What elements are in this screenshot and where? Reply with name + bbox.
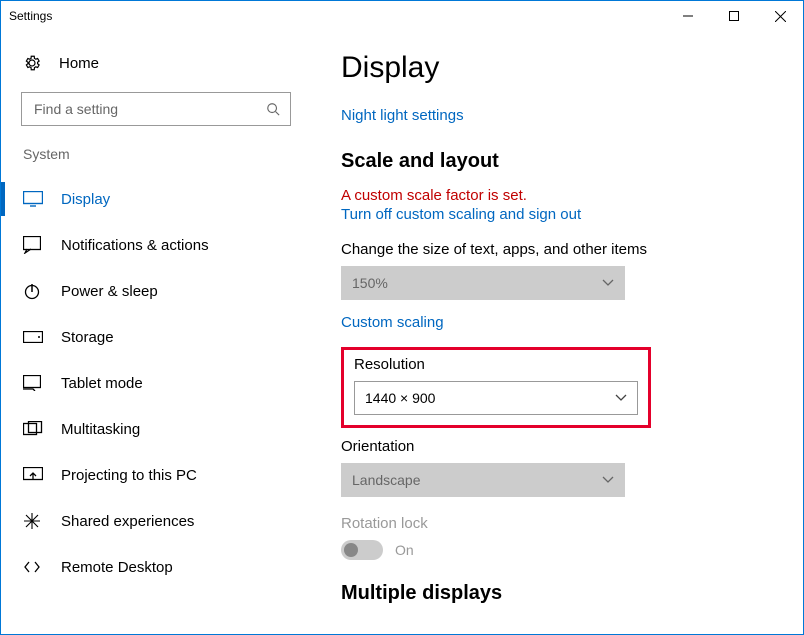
sidebar-item-power[interactable]: Power & sleep xyxy=(1,268,311,314)
tablet-icon xyxy=(23,375,47,391)
minimize-button[interactable] xyxy=(665,1,711,31)
sidebar-item-display[interactable]: Display xyxy=(1,176,311,222)
maximize-icon xyxy=(729,11,739,21)
gear-icon xyxy=(23,54,47,72)
scale-dropdown: 150% xyxy=(341,266,625,300)
sidebar-item-shared[interactable]: Shared experiences xyxy=(1,498,311,544)
sidebar-item-storage[interactable]: Storage xyxy=(1,314,311,360)
orientation-label: Orientation xyxy=(341,438,783,455)
sidebar: Home System Display xyxy=(1,31,311,634)
close-button[interactable] xyxy=(757,1,803,31)
night-light-link[interactable]: Night light settings xyxy=(341,107,783,124)
sidebar-item-label: Shared experiences xyxy=(61,513,194,530)
resolution-highlight: Resolution 1440 × 900 xyxy=(341,347,651,428)
power-icon xyxy=(23,282,47,300)
resolution-label: Resolution xyxy=(354,356,638,373)
main-content: Display Night light settings Scale and l… xyxy=(311,31,803,634)
orientation-dropdown: Landscape xyxy=(341,463,625,497)
sidebar-section-label: System xyxy=(1,146,311,168)
home-button[interactable]: Home xyxy=(1,46,311,80)
multiple-displays-heading: Multiple displays xyxy=(341,582,783,605)
sidebar-item-label: Display xyxy=(61,191,110,208)
close-icon xyxy=(775,11,786,22)
sidebar-item-label: Storage xyxy=(61,329,114,346)
sidebar-item-label: Power & sleep xyxy=(61,283,158,300)
sidebar-item-tablet[interactable]: Tablet mode xyxy=(1,360,311,406)
sidebar-item-label: Projecting to this PC xyxy=(61,467,197,484)
shared-icon xyxy=(23,512,47,530)
rotation-lock-toggle xyxy=(341,540,383,560)
settings-window: Settings Home Sy xyxy=(0,0,804,635)
titlebar: Settings xyxy=(1,1,803,31)
maximize-button[interactable] xyxy=(711,1,757,31)
projecting-icon xyxy=(23,467,47,483)
notifications-icon xyxy=(23,236,47,254)
home-label: Home xyxy=(59,55,99,72)
chevron-down-icon xyxy=(602,279,614,287)
multitasking-icon xyxy=(23,421,47,437)
sidebar-item-label: Notifications & actions xyxy=(61,237,209,254)
turn-off-scaling-link[interactable]: Turn off custom scaling and sign out xyxy=(341,206,783,223)
sidebar-item-multitasking[interactable]: Multitasking xyxy=(1,406,311,452)
storage-icon xyxy=(23,331,47,343)
resolution-value: 1440 × 900 xyxy=(365,390,435,406)
remote-icon xyxy=(23,558,47,576)
search-icon xyxy=(266,102,280,116)
rotation-lock-state: On xyxy=(395,542,414,558)
sidebar-item-projecting[interactable]: Projecting to this PC xyxy=(1,452,311,498)
window-title: Settings xyxy=(9,9,52,23)
custom-scale-warning: A custom scale factor is set. xyxy=(341,187,783,204)
search-input[interactable] xyxy=(21,92,291,126)
custom-scaling-link[interactable]: Custom scaling xyxy=(341,314,783,331)
scale-label: Change the size of text, apps, and other… xyxy=(341,241,783,258)
resolution-dropdown[interactable]: 1440 × 900 xyxy=(354,381,638,415)
orientation-value: Landscape xyxy=(352,472,421,488)
rotation-lock-toggle-row: On xyxy=(341,540,783,560)
rotation-lock-label: Rotation lock xyxy=(341,515,783,532)
sidebar-item-remote[interactable]: Remote Desktop xyxy=(1,544,311,590)
sidebar-item-notifications[interactable]: Notifications & actions xyxy=(1,222,311,268)
page-title: Display xyxy=(341,51,783,85)
scale-value: 150% xyxy=(352,275,388,291)
search-field[interactable] xyxy=(32,100,266,118)
sidebar-item-label: Tablet mode xyxy=(61,375,143,392)
sidebar-item-label: Multitasking xyxy=(61,421,140,438)
chevron-down-icon xyxy=(615,394,627,402)
display-icon xyxy=(23,191,47,207)
chevron-down-icon xyxy=(602,476,614,484)
scale-heading: Scale and layout xyxy=(341,150,783,173)
sidebar-item-label: Remote Desktop xyxy=(61,559,173,576)
minimize-icon xyxy=(683,11,693,21)
